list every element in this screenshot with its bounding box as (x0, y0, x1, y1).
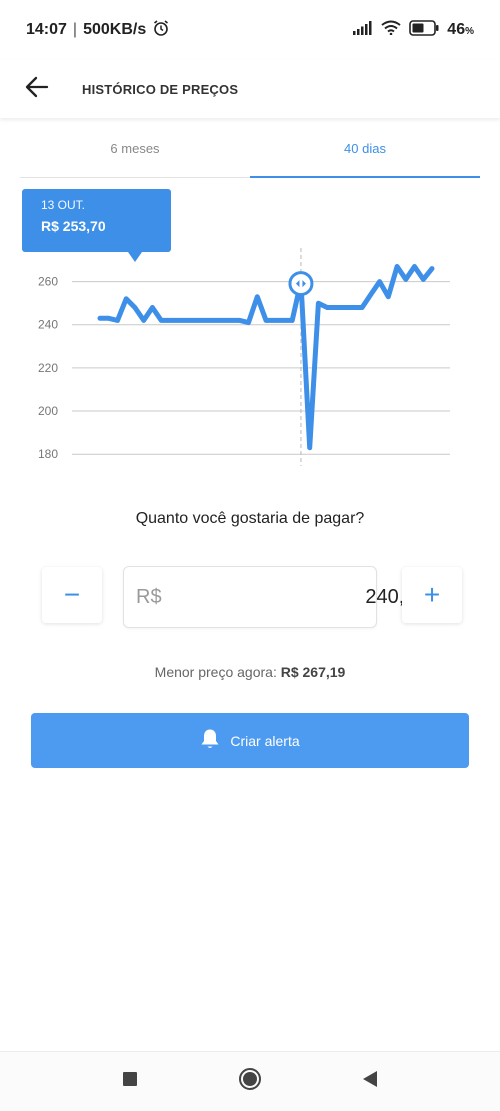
y-tick-label: 220 (38, 361, 58, 375)
currency-label: R$ (136, 585, 162, 608)
tab-40-dias[interactable]: 40 dias (250, 120, 480, 178)
period-tabs: 6 meses 40 dias (20, 120, 480, 178)
arrow-left-icon (25, 76, 49, 103)
home-circle-icon (238, 1067, 262, 1096)
page-title: HISTÓRICO DE PREÇOS (82, 81, 239, 97)
plus-icon: + (423, 579, 441, 610)
status-right: 46% (353, 19, 474, 41)
back-nav-button[interactable] (353, 1065, 387, 1099)
tab-6-meses[interactable]: 6 meses (20, 120, 250, 177)
status-left: 14:07 | 500KB/s (26, 19, 170, 42)
status-separator: | (72, 21, 78, 38)
drag-handle[interactable] (288, 271, 314, 297)
back-button[interactable] (12, 64, 62, 114)
target-price-field[interactable]: R$ (123, 566, 427, 628)
wifi-icon (381, 20, 401, 40)
back-triangle-icon (362, 1070, 378, 1093)
bell-icon (200, 728, 220, 753)
y-tick-label: 240 (38, 318, 58, 332)
lowest-price-value: R$ 267,19 (280, 664, 346, 680)
price-series-line (97, 264, 435, 451)
alarm-icon (152, 19, 170, 42)
target-price-question: Quanto você gostaria de pagar? (135, 510, 365, 527)
y-tick-label: 200 (38, 404, 58, 418)
app-bar: HISTÓRICO DE PREÇOS (0, 60, 500, 118)
y-tick-label: 180 (38, 447, 58, 461)
battery-icon (409, 19, 439, 41)
decrease-price-button[interactable]: − (42, 567, 102, 623)
lowest-price-label: Menor preço agora: (154, 664, 277, 680)
price-tooltip: 13 OUT. R$ 253,70 (22, 189, 171, 262)
home-button[interactable] (233, 1065, 267, 1099)
recents-button[interactable] (113, 1065, 147, 1099)
target-price-input[interactable] (161, 585, 427, 609)
tooltip-date: 13 OUT. (41, 198, 86, 212)
lowest-price-text: Menor preço agora: R$ 267,19 (0, 664, 500, 680)
signal-icon (353, 20, 373, 40)
create-alert-label: Criar alerta (230, 732, 300, 749)
status-bar: 14:07 | 500KB/s 46% (0, 0, 500, 60)
system-nav-bar (0, 1051, 500, 1111)
tooltip-price: R$ 253,70 (41, 218, 106, 234)
y-tick-label: 260 (38, 275, 58, 289)
status-time: 14:07 (26, 21, 67, 38)
network-speed: 500KB/s (83, 21, 147, 38)
minus-icon: − (63, 579, 81, 610)
increase-price-button[interactable]: + (402, 567, 462, 623)
battery-percent: 46% (447, 21, 474, 38)
create-alert-button[interactable]: Criar alerta (31, 713, 469, 768)
price-history-chart[interactable]: 260 240 220 200 180 (0, 240, 500, 475)
recents-square-icon (122, 1071, 138, 1092)
